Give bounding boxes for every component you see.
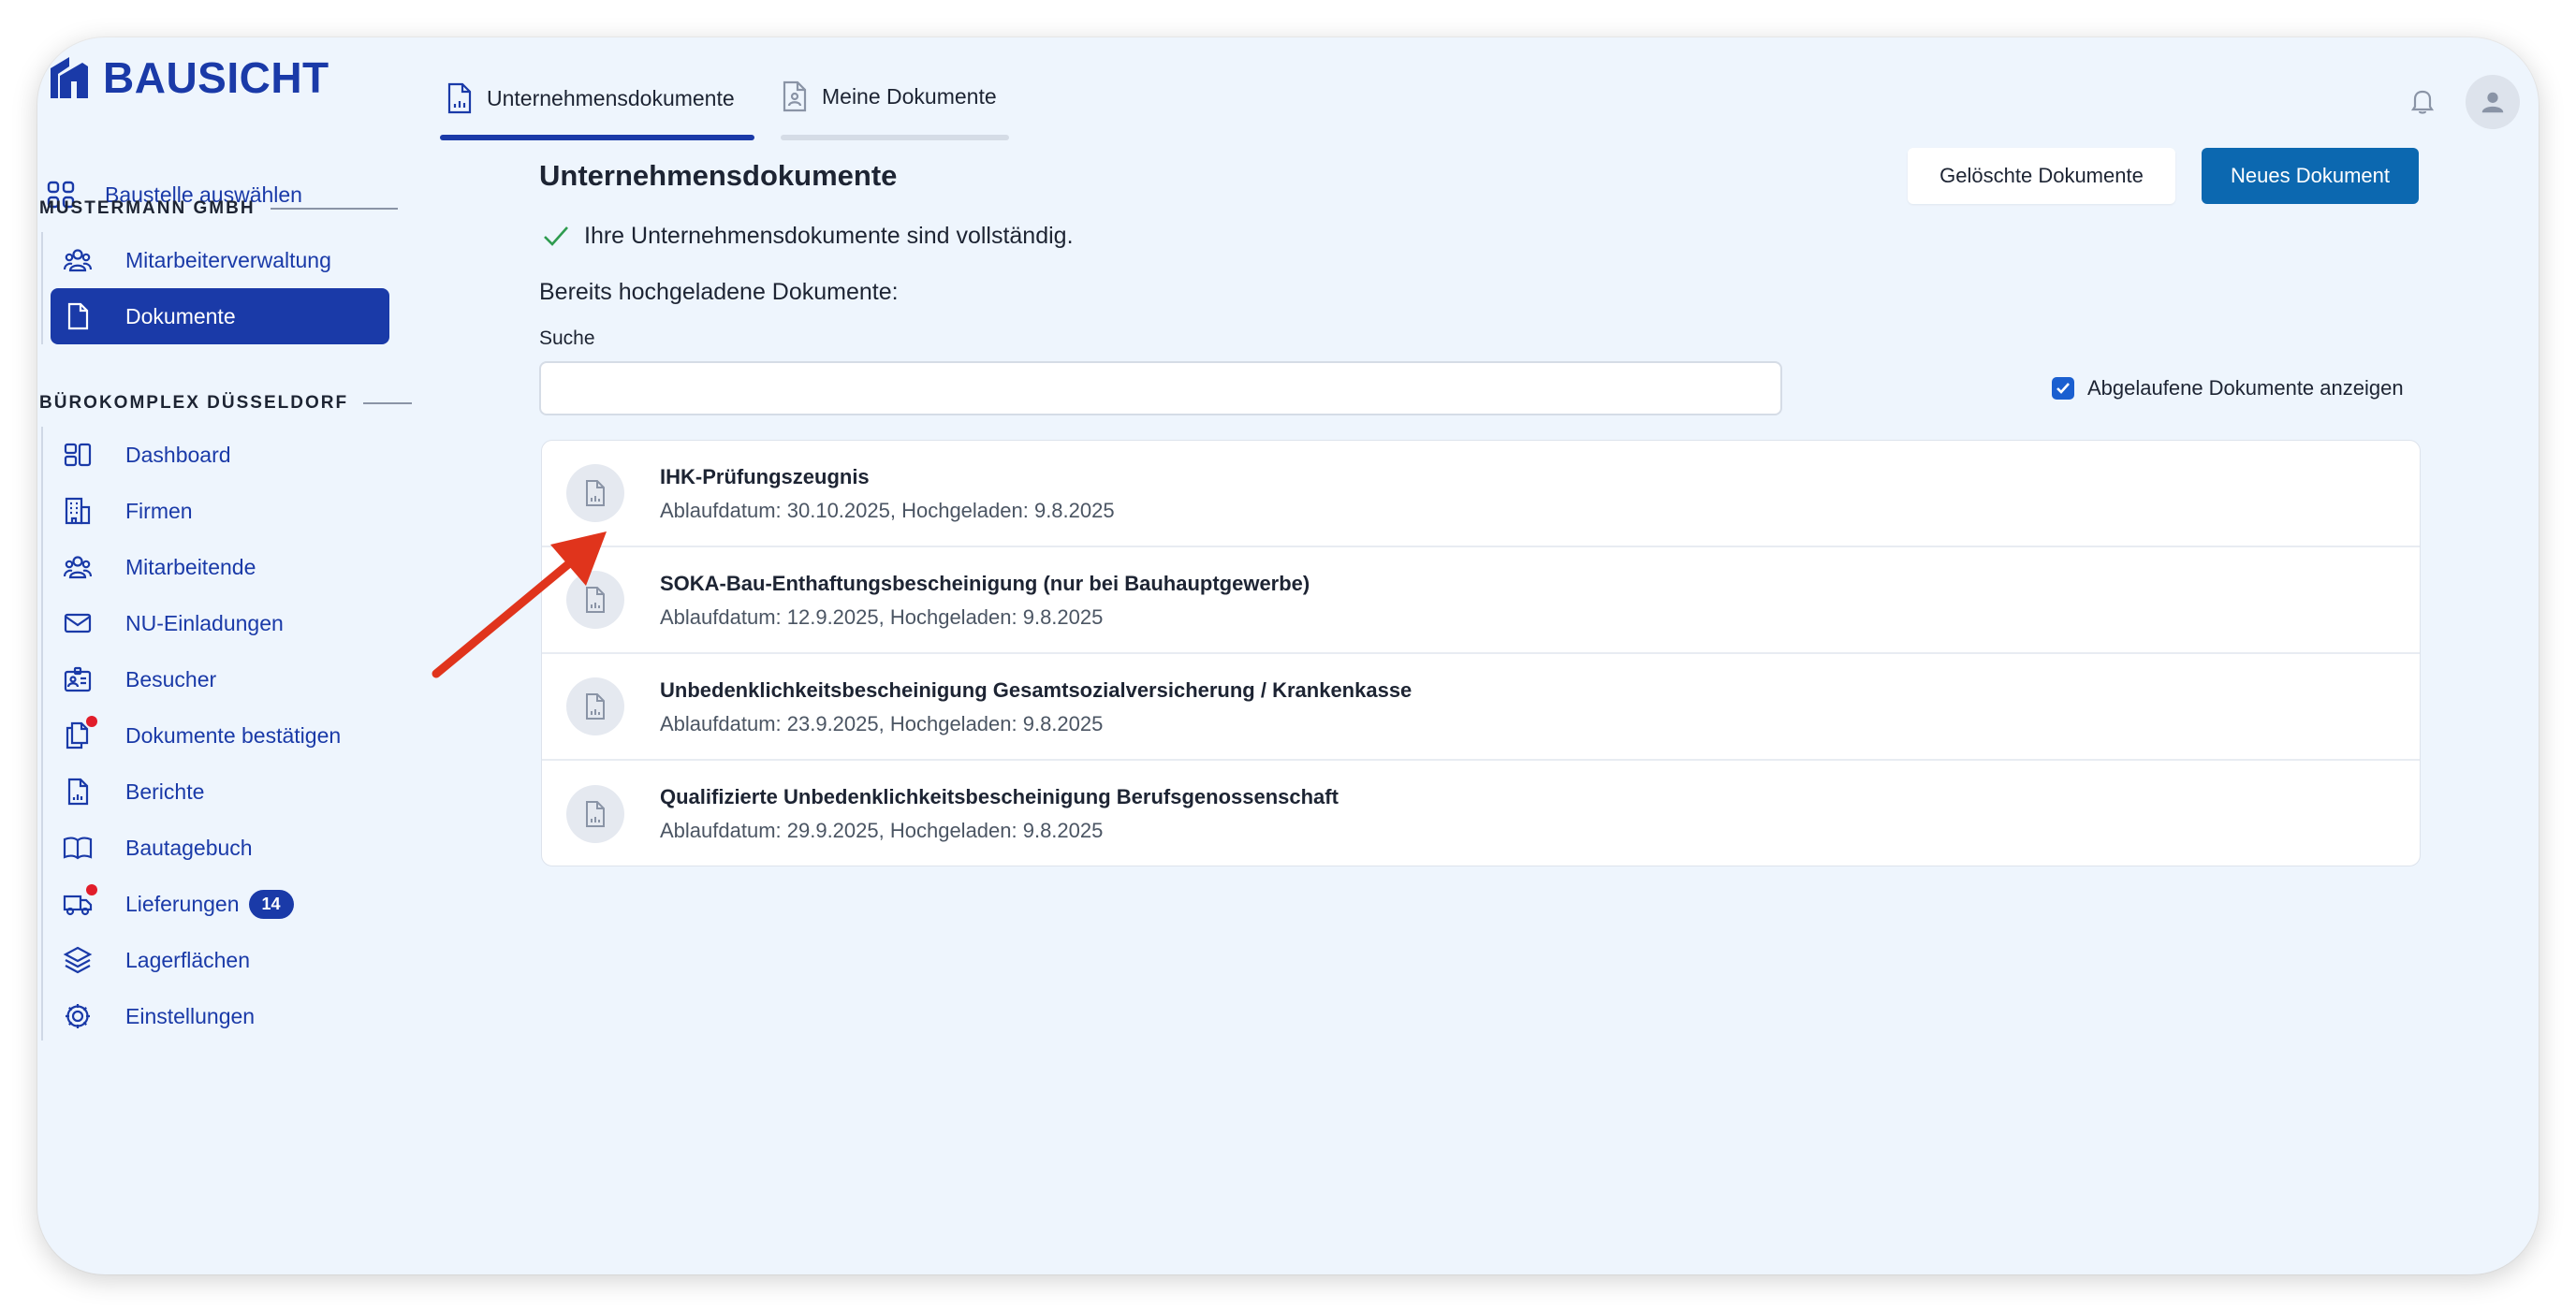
document-row[interactable]: IHK-Prüfungszeugnis Ablaufdatum: 30.10.2…	[542, 441, 2420, 547]
document-list: IHK-Prüfungszeugnis Ablaufdatum: 30.10.2…	[541, 440, 2421, 866]
document-title: Qualifizierte Unbedenklichkeitsbescheini…	[660, 785, 1339, 808]
tab-unternehmensdokumente[interactable]: Unternehmensdokumente	[446, 82, 735, 114]
count-badge: 14	[248, 889, 294, 919]
users-icon	[62, 551, 94, 583]
show-expired-checkbox[interactable]	[2052, 377, 2074, 400]
document-icon	[62, 300, 94, 332]
sidebar-label: Dokumente	[125, 303, 236, 328]
document-meta: Ablaufdatum: 23.9.2025, Hochgeladen: 9.8…	[660, 712, 1104, 735]
sidebar-label: Bautagebuch	[125, 835, 253, 860]
tab-meine-dokumente[interactable]: Meine Dokumente	[781, 80, 997, 112]
sidebar-label: Dokumente bestätigen	[125, 722, 342, 748]
sidebar-item-dashboard[interactable]: Dashboard	[62, 427, 231, 483]
sidebar-label: Firmen	[125, 498, 193, 523]
document-meta: Ablaufdatum: 29.9.2025, Hochgeladen: 9.8…	[660, 819, 1104, 842]
sidebar-label: Mitarbeiterverwaltung	[125, 247, 331, 272]
search-label: Suche	[539, 328, 595, 349]
notification-dot	[86, 716, 97, 727]
report-icon	[62, 776, 94, 808]
document-meta: Ablaufdatum: 30.10.2025, Hochgeladen: 9.…	[660, 499, 1115, 522]
show-expired-label: Abgelaufene Dokumente anzeigen	[2087, 376, 2404, 400]
sidebar-item-nu-einladungen[interactable]: NU-Einladungen	[62, 595, 284, 651]
logo[interactable]: BAUSICHT	[45, 52, 329, 103]
file-chart-icon	[566, 677, 624, 735]
id-card-icon	[62, 663, 94, 695]
document-title: IHK-Prüfungszeugnis	[660, 465, 870, 488]
envelope-icon	[62, 607, 94, 639]
page-title: Unternehmensdokumente	[539, 159, 898, 192]
document-title: Unbedenklichkeitsbescheinigung Gesamtsoz…	[660, 678, 1412, 702]
tab-label: Unternehmensdokumente	[487, 85, 735, 110]
group-divider	[41, 232, 43, 344]
deleted-documents-button[interactable]: Gelöschte Dokumente	[1908, 148, 2175, 204]
document-meta: Ablaufdatum: 12.9.2025, Hochgeladen: 9.8…	[660, 605, 1104, 629]
sidebar-label: Berichte	[125, 779, 205, 804]
document-title: SOKA-Bau-Enthaftungsbescheinigung (nur b…	[660, 572, 1310, 595]
sidebar-item-dokumente[interactable]: Dokumente	[51, 288, 389, 344]
user-avatar[interactable]	[2466, 75, 2520, 129]
uploaded-documents-heading: Bereits hochgeladene Dokumente:	[539, 279, 899, 305]
annotation-arrow-icon	[432, 531, 607, 678]
group-label-site: BÜROKOMPLEX DÜSSELDORF	[39, 393, 412, 414]
documents-icon	[62, 716, 97, 751]
sidebar-item-besucher[interactable]: Besucher	[62, 651, 216, 707]
sidebar-label: NU-Einladungen	[125, 610, 284, 635]
checkbox-check-icon	[2056, 383, 2070, 394]
app-window: BAUSICHT Baustelle auswählen MUSTERMANN …	[37, 37, 2539, 1274]
users-icon	[62, 244, 94, 276]
file-chart-icon	[566, 785, 624, 843]
sidebar-label: Dashboard	[125, 442, 231, 467]
search-input[interactable]	[539, 361, 1782, 415]
sidebar-item-mitarbeiterverwaltung[interactable]: Mitarbeiterverwaltung	[62, 232, 331, 288]
sidebar-item-firmen[interactable]: Firmen	[62, 483, 193, 539]
bausicht-logo-icon	[51, 57, 88, 98]
document-person-icon	[783, 80, 807, 112]
dashboard-icon	[62, 439, 94, 471]
sidebar-item-lagerflaechen[interactable]: Lagerflächen	[62, 932, 250, 988]
bell-icon[interactable]	[2404, 82, 2441, 120]
success-message: Ihre Unternehmensdokumente sind vollstän…	[584, 222, 1074, 249]
sidebar-item-einstellungen[interactable]: Einstellungen	[62, 988, 255, 1044]
checkmark-icon	[544, 226, 568, 246]
sidebar-label: Besucher	[125, 666, 217, 691]
sidebar-item-mitarbeitende[interactable]: Mitarbeitende	[62, 539, 256, 595]
user-icon	[2481, 92, 2504, 113]
sidebar-item-lieferungen[interactable]: Lieferungen 14	[62, 876, 294, 932]
brand-name: BAUSICHT	[103, 53, 329, 102]
tab-label: Meine Dokumente	[822, 83, 997, 109]
document-row[interactable]: SOKA-Bau-Enthaftungsbescheinigung (nur b…	[542, 547, 2420, 654]
building-icon	[62, 495, 94, 527]
sidebar-label: Lagerflächen	[125, 947, 250, 972]
document-row[interactable]: Unbedenklichkeitsbescheinigung Gesamtsoz…	[542, 654, 2420, 761]
active-tab-indicator	[440, 135, 754, 140]
sidebar-item-dokumente-bestaetigen[interactable]: Dokumente bestätigen	[62, 707, 341, 764]
show-expired-toggle[interactable]: Abgelaufene Dokumente anzeigen	[2052, 376, 2404, 400]
layers-icon	[62, 944, 94, 976]
document-chart-icon	[447, 82, 472, 114]
new-document-button[interactable]: Neues Dokument	[2202, 148, 2419, 204]
notification-dot	[86, 884, 97, 895]
sidebar-label: Mitarbeitende	[125, 554, 256, 579]
sidebar-item-bautagebuch[interactable]: Bautagebuch	[62, 820, 253, 876]
file-chart-icon	[566, 464, 624, 522]
sidebar-label: Einstellungen	[125, 1003, 256, 1028]
document-row[interactable]: Qualifizierte Unbedenklichkeitsbescheini…	[542, 761, 2420, 866]
gear-icon	[62, 1000, 94, 1032]
completeness-status: Ihre Unternehmensdokumente sind vollstän…	[541, 221, 1074, 251]
sidebar-label: Lieferungen	[125, 891, 240, 916]
book-icon	[62, 832, 94, 864]
group-label-company: MUSTERMANN GMBH	[39, 198, 398, 219]
truck-icon	[62, 884, 97, 920]
group-divider	[41, 427, 43, 1041]
sidebar-item-berichte[interactable]: Berichte	[62, 764, 204, 820]
inactive-tab-indicator	[781, 135, 1009, 140]
